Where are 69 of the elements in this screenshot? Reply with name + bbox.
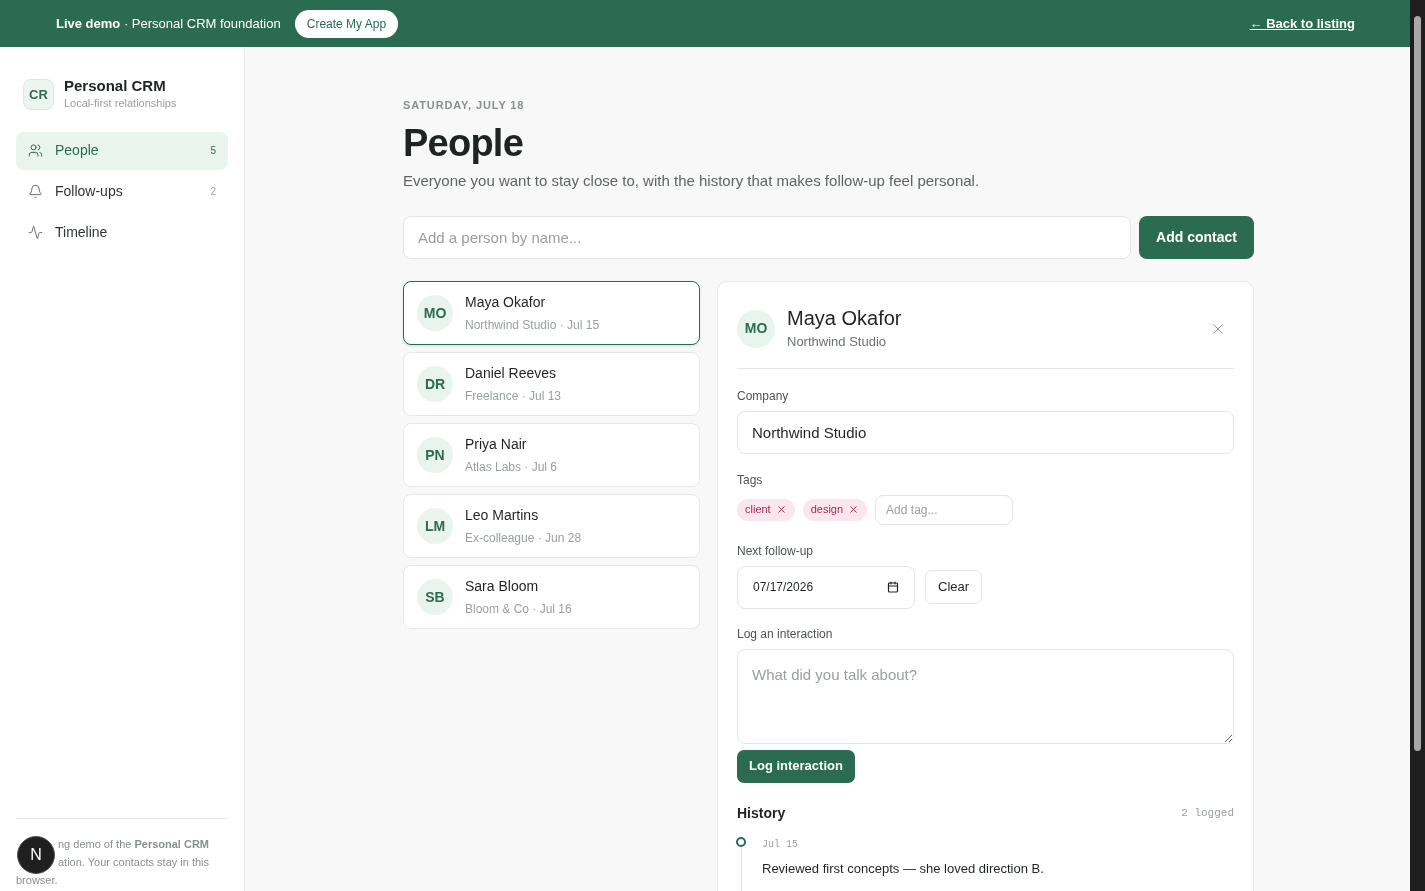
contact-card[interactable]: SB Sara Bloom Bloom & Co · Jul 16 <box>403 565 700 629</box>
page-subtitle: Everyone you want to stay close to, with the history that makes follow-up feel personal. <box>403 170 981 191</box>
avatar: DR <box>417 366 453 402</box>
add-person-field[interactable]: Add a person by name... <box>403 216 1132 259</box>
date-field[interactable]: 07/17/2026 <box>737 565 915 609</box>
field-label: Company <box>737 387 790 405</box>
contact-meta: Freelance · Jul 13 <box>465 388 562 405</box>
app-title: Personal CRM <box>64 77 167 95</box>
field-label: Tags <box>737 471 764 489</box>
history-text: Reviewed first concepts — she loved direction B. <box>762 859 1044 878</box>
detail-name: Maya Okafor <box>787 306 902 330</box>
bell-icon <box>28 184 43 199</box>
detail-company: Northwind Studio <box>787 333 887 351</box>
calendar-icon[interactable] <box>887 581 899 593</box>
tag-chip[interactable]: client <box>737 498 795 521</box>
back-link[interactable]: ← Back to listing <box>1249 13 1355 34</box>
remove-tag-icon[interactable] <box>848 504 860 515</box>
footer-note: ation. Your contacts stay in this <box>58 855 210 870</box>
interaction-field[interactable]: What did you talk about? <box>737 648 1234 744</box>
tag-chip[interactable]: design <box>802 498 868 521</box>
scrollbar[interactable] <box>1410 0 1425 891</box>
create-app-button[interactable]: Create My App <box>294 9 399 38</box>
add-contact-button[interactable]: Add contact <box>1139 216 1254 259</box>
avatar: PN <box>417 437 453 473</box>
people-icon <box>28 143 43 158</box>
footer-note: browser. <box>16 873 58 888</box>
contact-card[interactable]: MO Maya Okafor Northwind Studio · Jul 15 <box>403 281 700 345</box>
contact-card[interactable]: PN Priya Nair Atlas Labs · Jul 6 <box>403 423 700 487</box>
footer-note: ng demo of the Personal CRM <box>58 837 210 852</box>
nav-label: Follow-ups <box>55 182 123 201</box>
contact-meta: Ex-colleague · Jun 28 <box>465 530 582 547</box>
contact-name: Maya Okafor <box>465 293 547 312</box>
log-interaction-button[interactable]: Log interaction <box>737 749 855 783</box>
contact-card[interactable]: LM Leo Martins Ex-colleague · Jun 28 <box>403 494 700 558</box>
nav-count: 5 <box>210 144 216 158</box>
nav-label: Timeline <box>55 223 108 242</box>
field-label: Log an interaction <box>737 625 834 643</box>
dev-badge[interactable]: N <box>17 836 55 874</box>
contact-meta: Atlas Labs · Jul 6 <box>465 459 558 476</box>
history-date: Jul 15 <box>762 837 799 852</box>
contact-name: Priya Nair <box>465 435 528 454</box>
history-title: History <box>737 803 786 823</box>
page-title: People <box>403 120 525 166</box>
nav-item[interactable]: Follow-ups 2 <box>16 172 228 211</box>
banner-text: Live demo · Personal CRM foundation <box>56 14 281 33</box>
nav-count: 2 <box>210 185 216 199</box>
remove-tag-icon[interactable] <box>775 504 787 515</box>
nav-item[interactable]: People 5 <box>16 131 228 170</box>
clear-button[interactable]: Clear <box>925 570 983 604</box>
contact-name: Sara Bloom <box>465 577 540 596</box>
contact-name: Daniel Reeves <box>465 364 558 383</box>
company-field[interactable]: Northwind Studio <box>737 410 1234 454</box>
pulse-icon <box>28 225 43 240</box>
contact-name: Leo Martins <box>465 506 540 525</box>
contact-card[interactable]: DR Daniel Reeves Freelance · Jul 13 <box>403 352 700 416</box>
avatar: LM <box>417 508 453 544</box>
date-label: SATURDAY, JULY 18 <box>403 98 526 113</box>
nav-label: People <box>55 141 99 160</box>
app-subtitle: Local-first relationships <box>64 96 177 111</box>
avatar: SB <box>417 579 453 615</box>
add-tag-field[interactable]: Add tag... <box>875 494 1014 525</box>
contact-meta: Bloom & Co · Jul 16 <box>465 601 572 618</box>
avatar: MO <box>417 295 453 331</box>
history-count: 2 logged <box>1181 805 1234 821</box>
nav-item[interactable]: Timeline <box>16 213 228 252</box>
field-label: Next follow-up <box>737 542 815 560</box>
contact-meta: Northwind Studio · Jul 15 <box>465 317 600 334</box>
logo-badge: CR <box>23 78 54 110</box>
avatar: MO <box>737 309 775 348</box>
